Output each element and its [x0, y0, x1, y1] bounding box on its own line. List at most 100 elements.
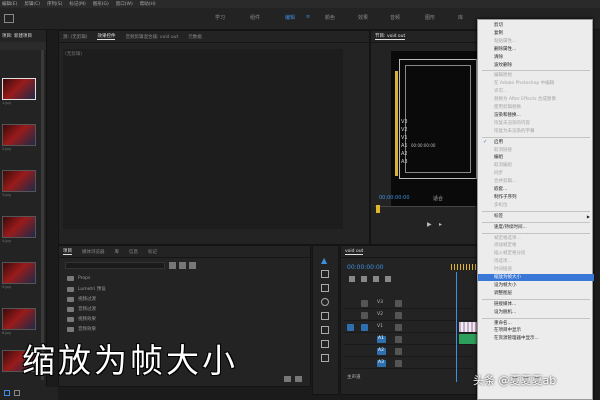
thumbnail-item[interactable] [2, 124, 36, 146]
track-row[interactable]: V2 [343, 310, 473, 321]
workspace-menu-icon[interactable]: ≡ [306, 14, 310, 20]
context-menu-item[interactable]: 恢复为未渲染的字幕 [478, 128, 594, 135]
context-menu-item[interactable]: 波纹删除 [478, 62, 594, 69]
workspace-editing[interactable]: 编辑 [285, 14, 295, 21]
bin-item[interactable]: 音频过渡 [67, 306, 96, 312]
context-menu-item[interactable]: 替换为 After Effects 合成图像 [478, 96, 594, 103]
tab-audio-clip-mixer[interactable]: 音频剪辑混合器: void out [125, 34, 178, 40]
context-menu-item[interactable]: 在资源管理器中显示... [478, 335, 594, 342]
slip-tool-icon[interactable] [321, 312, 329, 320]
context-menu-item[interactable]: 恢复未渲染的内容 [478, 120, 594, 127]
tab-metadata[interactable]: 元数据 [188, 34, 202, 40]
tab-markers[interactable]: 标记 [148, 249, 157, 255]
lock-icon[interactable] [361, 300, 368, 307]
context-menu-item[interactable]: 同步 [478, 170, 594, 177]
context-menu-item[interactable]: 设为脱机... [478, 309, 594, 316]
thumbnail-item[interactable] [2, 262, 36, 284]
list-view-icon[interactable] [4, 390, 10, 396]
thumbnail-item[interactable] [2, 170, 36, 192]
context-menu-item[interactable]: 使用剪辑替换 [478, 104, 594, 111]
menu-help[interactable]: 帮助(H) [140, 1, 156, 7]
type-tool-icon[interactable] [321, 354, 329, 362]
context-menu-item[interactable]: 添加帧定格 [478, 242, 594, 249]
thumbnail-item[interactable] [2, 308, 36, 330]
context-menu-item[interactable]: 许可... [478, 88, 594, 95]
context-menu-item[interactable]: 速度/持续时间... [478, 224, 594, 231]
menu-graphics[interactable]: 图形(G) [93, 1, 109, 7]
step-forward-icon[interactable]: ▸ [439, 221, 442, 228]
context-menu-item[interactable]: 取消链接 [478, 147, 594, 154]
bin-item[interactable]: 视频过渡 [67, 296, 96, 302]
mute-icon[interactable] [395, 360, 402, 367]
workspace-learning[interactable]: 学习 [215, 14, 225, 21]
scrollbar[interactable] [41, 50, 44, 380]
bin-item[interactable]: Lumetri 预设 [67, 286, 106, 292]
timeline-playhead[interactable] [456, 272, 457, 382]
context-menu-item[interactable]: 清除 [478, 54, 594, 61]
bin-item[interactable]: 音频效果 [67, 326, 96, 332]
context-menu-item[interactable]: 缩放为帧大小 [478, 274, 594, 281]
selection-tool-icon[interactable]: ▲ [321, 256, 329, 265]
workspace-color[interactable]: 颜色 [325, 14, 335, 21]
linked-selection-icon[interactable] [361, 276, 367, 282]
context-menu-item[interactable]: 渲染和替换... [478, 112, 594, 119]
context-menu-item[interactable]: 合并剪辑... [478, 178, 594, 185]
timeline-timecode[interactable]: 00:00:00:00 [347, 264, 384, 271]
menu-window[interactable]: 窗口(W) [116, 1, 133, 7]
icon-view-icon[interactable] [14, 390, 20, 396]
workspace-libraries[interactable]: 库 [458, 14, 463, 21]
track-select-tool-icon[interactable] [321, 270, 329, 278]
home-icon[interactable] [4, 14, 14, 23]
program-timecode[interactable]: 00:00:00:00 [379, 195, 410, 201]
track-row[interactable]: A3 [343, 358, 473, 369]
eye-icon[interactable] [395, 312, 402, 319]
program-video-display[interactable]: V3 V2 V1 A1 A2 A3 00:00:00:00 [391, 51, 479, 206]
new-folder-icon[interactable] [284, 376, 291, 382]
tab-media-browser[interactable]: 媒体浏览器 [82, 249, 105, 255]
pen-tool-icon[interactable] [321, 326, 329, 334]
hand-tool-icon[interactable] [321, 340, 329, 348]
find-icon[interactable] [189, 262, 196, 269]
lock-icon[interactable] [361, 312, 368, 319]
context-menu-item[interactable]: 删除属性... [478, 46, 594, 53]
settings-icon[interactable] [385, 276, 391, 282]
bin-item[interactable]: Props [67, 276, 90, 281]
play-icon[interactable]: ▶ [427, 221, 432, 228]
track-row[interactable]: V3 [343, 298, 473, 309]
context-menu-item[interactable]: 启用 ✓ [478, 139, 594, 146]
razor-tool-icon[interactable] [321, 298, 329, 306]
context-menu-item[interactable]: 多机位 [478, 202, 594, 209]
bin-item[interactable]: 视频效果 [67, 316, 96, 322]
context-menu-item[interactable]: 制作子序列 [478, 194, 594, 201]
context-menu-item[interactable]: 复制 [478, 30, 594, 37]
tab-project[interactable]: 项目 [63, 248, 72, 255]
eye-icon[interactable] [395, 324, 402, 331]
lock-icon[interactable] [361, 324, 368, 331]
context-menu-item[interactable]: 编组 [478, 154, 594, 161]
tab-program[interactable]: 节目: void out [375, 33, 406, 40]
tab-libraries[interactable]: 库 [115, 249, 120, 255]
thumbnail-item[interactable] [2, 78, 36, 100]
snap-icon[interactable] [349, 276, 355, 282]
context-menu-item[interactable]: 设为帧大小 [478, 282, 594, 289]
context-menu-item[interactable]: 嵌套... [478, 186, 594, 193]
context-menu-item[interactable]: 粘贴属性... [478, 38, 594, 45]
context-menu-item[interactable]: 标签 ▶ [478, 213, 594, 220]
menu-sequence[interactable]: 序列(S) [47, 1, 62, 7]
workspace-graphics[interactable]: 图形 [425, 14, 435, 21]
context-menu-item[interactable]: 帧定格选项... [478, 235, 594, 242]
add-marker-icon[interactable] [373, 276, 379, 282]
new-bin-icon[interactable] [169, 262, 176, 269]
eye-icon[interactable] [395, 300, 402, 307]
source-patch-v1[interactable] [347, 324, 354, 331]
context-menu-item[interactable]: 剪切 [478, 22, 594, 29]
trash-icon[interactable] [295, 376, 302, 382]
context-menu-item[interactable]: 时间插值 [478, 266, 594, 273]
context-menu-item[interactable]: 场选项... [478, 258, 594, 265]
search-field[interactable] [65, 262, 165, 269]
context-menu-item[interactable]: 在 Adobe Photoshop 中编辑 [478, 80, 594, 87]
context-menu-item[interactable]: 链接媒体... [478, 301, 594, 308]
context-menu-item[interactable]: 取消编组 [478, 162, 594, 169]
tab-sequence[interactable]: void out [345, 249, 364, 255]
track-row[interactable]: A1 [343, 334, 473, 345]
